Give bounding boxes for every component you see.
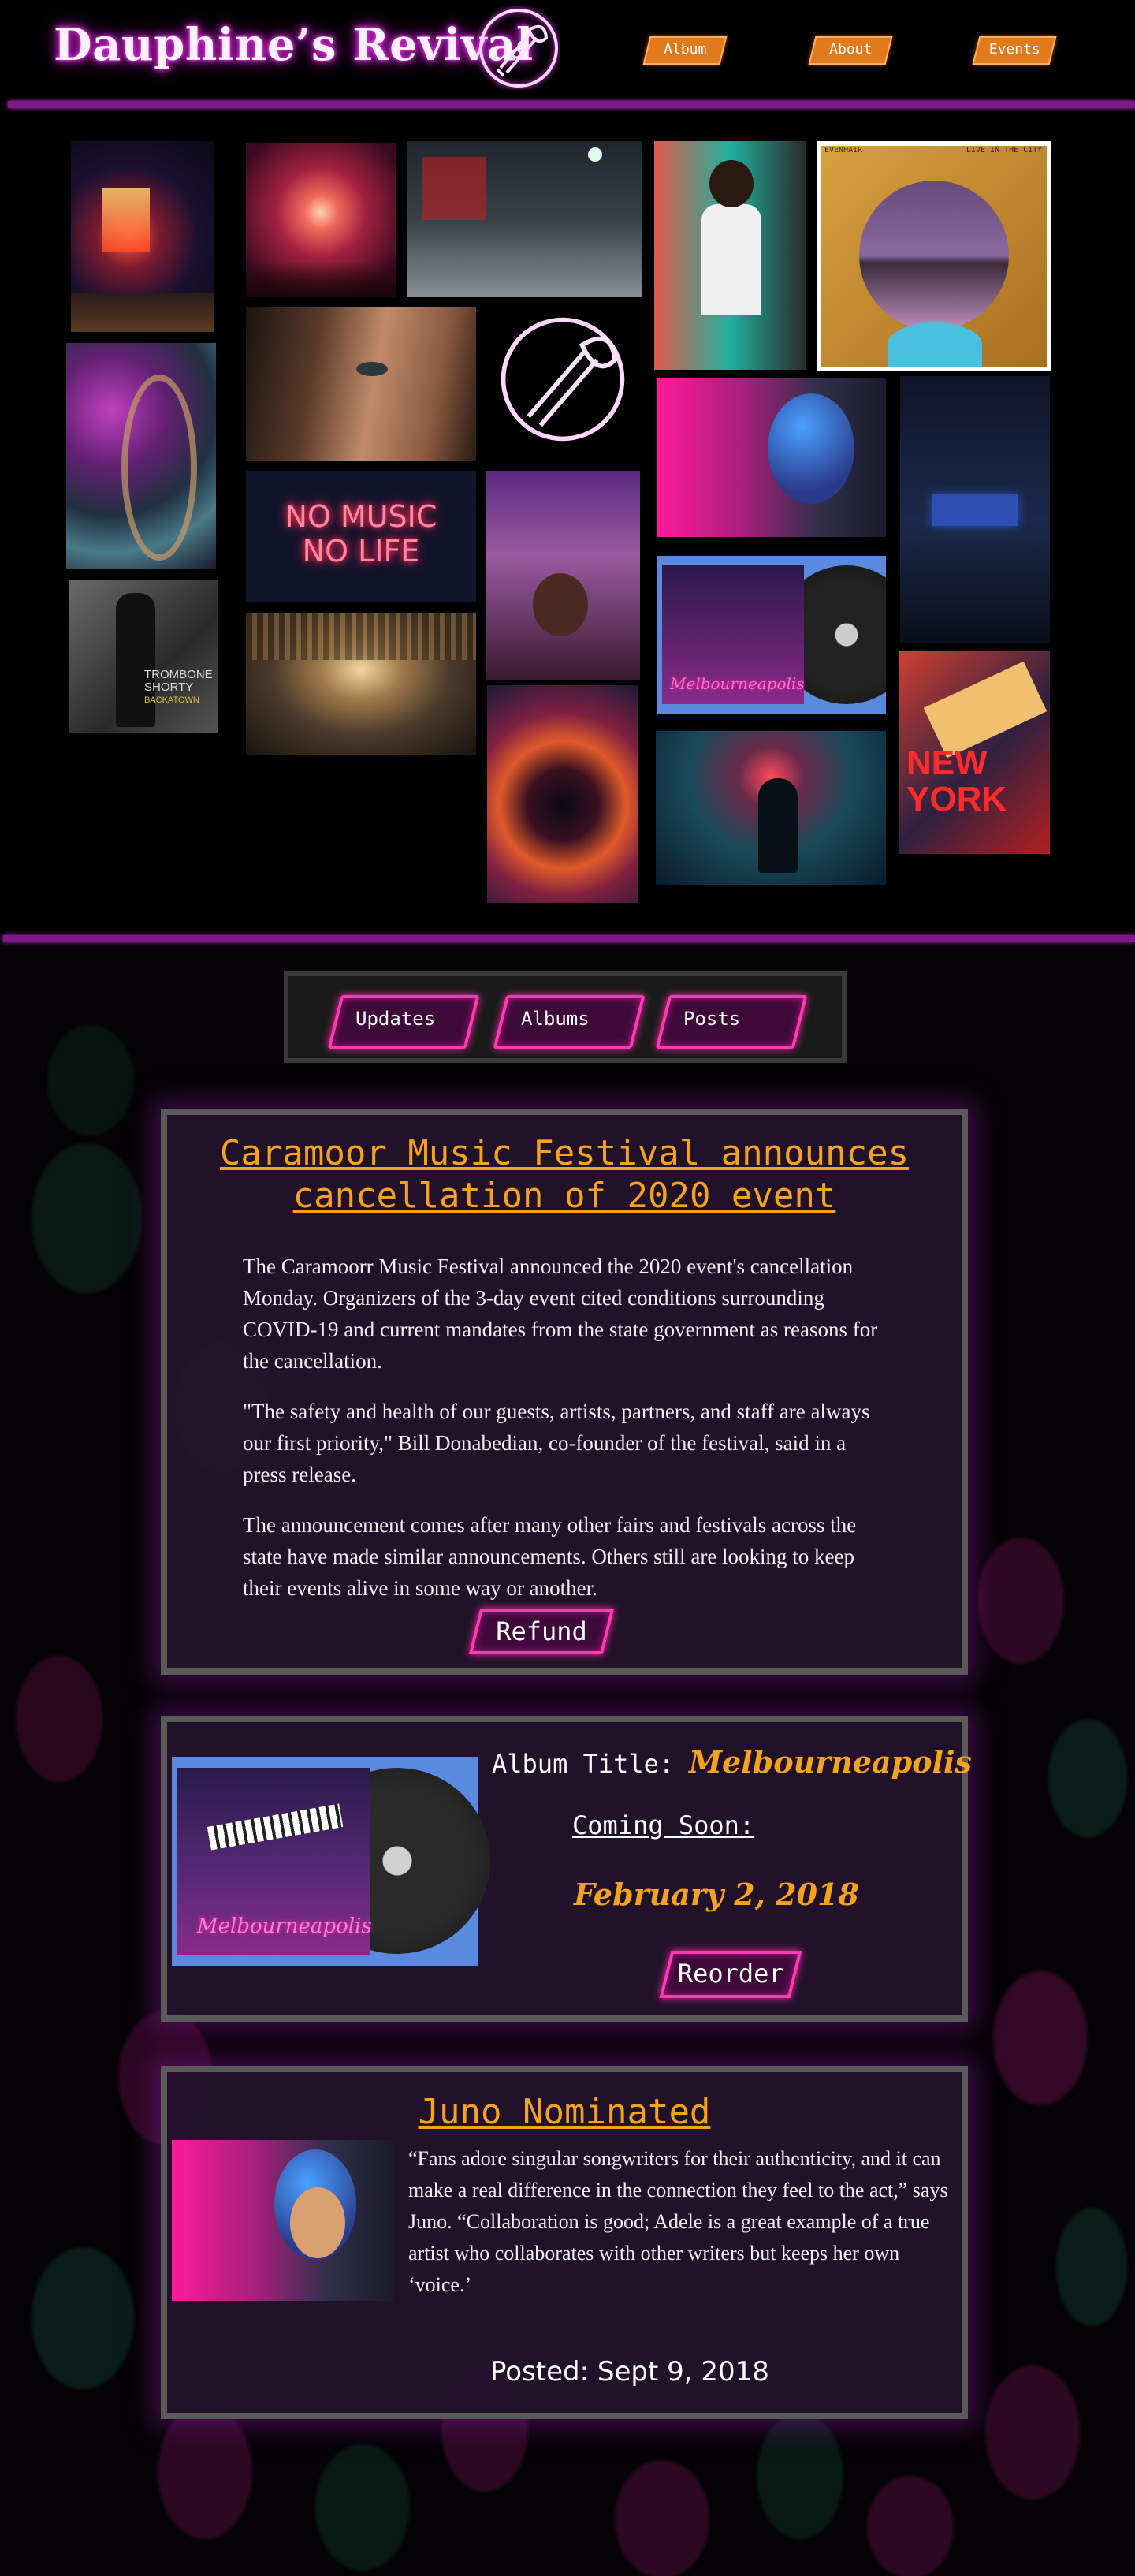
gallery-divider <box>3 935 1135 942</box>
header-divider <box>8 101 1135 108</box>
museum-hall-photo[interactable] <box>246 613 476 755</box>
neon-trumpet-icon[interactable] <box>477 6 560 90</box>
live-in-the-city-album-art[interactable]: EVENHAIR LIVE IN THE CITY <box>817 141 1051 371</box>
site-header: Dauphine’s Revival Album About Events <box>0 0 1135 101</box>
concert-crowd-photo[interactable] <box>246 143 396 297</box>
post-title[interactable]: Juno Nominated <box>167 2091 962 2134</box>
new-york-poster-photo[interactable]: NEW YORK <box>899 651 1050 854</box>
news-title[interactable]: Caramoor Music Festival announces cancel… <box>167 1132 962 1217</box>
album-title-value[interactable]: Melbourneapolis <box>689 1744 972 1780</box>
release-date: February 2, 2018 <box>574 1877 859 1912</box>
trombone-shorty-album-art[interactable]: TROMBONE SHORTY BACKATOWN <box>69 580 218 733</box>
album-card: Melbourneapolis Album Title: Melbourneap… <box>161 1716 972 2022</box>
post-card: Juno Nominated “Fans adore singular song… <box>161 2066 968 2419</box>
nav-about[interactable]: About <box>808 36 893 65</box>
night-diner-photo[interactable] <box>900 376 1050 643</box>
content-tabs: Updates Albums Posts <box>284 971 847 1063</box>
nav-events[interactable]: Events <box>972 36 1057 65</box>
posted-date: Posted: Sept 9, 2018 <box>490 2356 769 2388</box>
photo-gallery: TROMBONE SHORTY BACKATOWN NO MUSIC NO LI… <box>0 111 1135 931</box>
singer-looking-up-photo[interactable] <box>486 471 640 680</box>
coming-soon-label: Coming Soon: <box>572 1810 755 1840</box>
theater-marquee-photo[interactable] <box>71 141 214 332</box>
posted-label: Posted: <box>490 2356 590 2388</box>
juno-photo[interactable] <box>172 2140 394 2301</box>
site-title[interactable]: Dauphine’s Revival <box>54 19 534 71</box>
no-music-no-life-neon-sign[interactable]: NO MUSIC NO LIFE <box>246 471 476 602</box>
posted-value: Sept 9, 2018 <box>597 2356 769 2388</box>
news-paragraph: The Caramoorr Music Festival announced t… <box>243 1254 878 1373</box>
melbourneapolis-album-tile[interactable]: Melbourneapolis <box>657 556 886 714</box>
album-cover[interactable]: Melbourneapolis <box>172 1757 490 1966</box>
tab-posts[interactable]: Posts <box>655 995 808 1049</box>
man-in-white-tshirt-photo[interactable] <box>654 141 806 370</box>
woman-face-closeup-photo[interactable] <box>246 307 476 461</box>
news-paragraph: The announcement comes after many other … <box>243 1513 857 1600</box>
reorder-button[interactable]: Reorder <box>659 1951 802 1998</box>
city-lights-blur-photo[interactable] <box>487 685 638 903</box>
cover-art: Melbourneapolis <box>177 1768 372 1955</box>
post-body: “Fans adore singular songwriters for the… <box>408 2147 948 2296</box>
purple-fluid-art-photo[interactable] <box>66 343 216 569</box>
refund-button[interactable]: Refund <box>468 1609 615 1654</box>
neon-trumpet-logo-tile[interactable] <box>484 300 642 458</box>
news-paragraph: "The safety and health of our guests, ar… <box>243 1400 870 1486</box>
nav-album[interactable]: Album <box>642 36 728 65</box>
album-title-label: Album Title: <box>492 1749 675 1779</box>
news-card: Caramoor Music Festival announces cancel… <box>161 1109 968 1675</box>
tab-albums[interactable]: Albums <box>493 995 646 1049</box>
tab-updates[interactable]: Updates <box>327 995 480 1049</box>
snowy-city-street-photo[interactable] <box>407 141 642 297</box>
hooded-figure-photo[interactable] <box>656 731 886 885</box>
woman-blue-hair-photo[interactable] <box>657 378 886 537</box>
